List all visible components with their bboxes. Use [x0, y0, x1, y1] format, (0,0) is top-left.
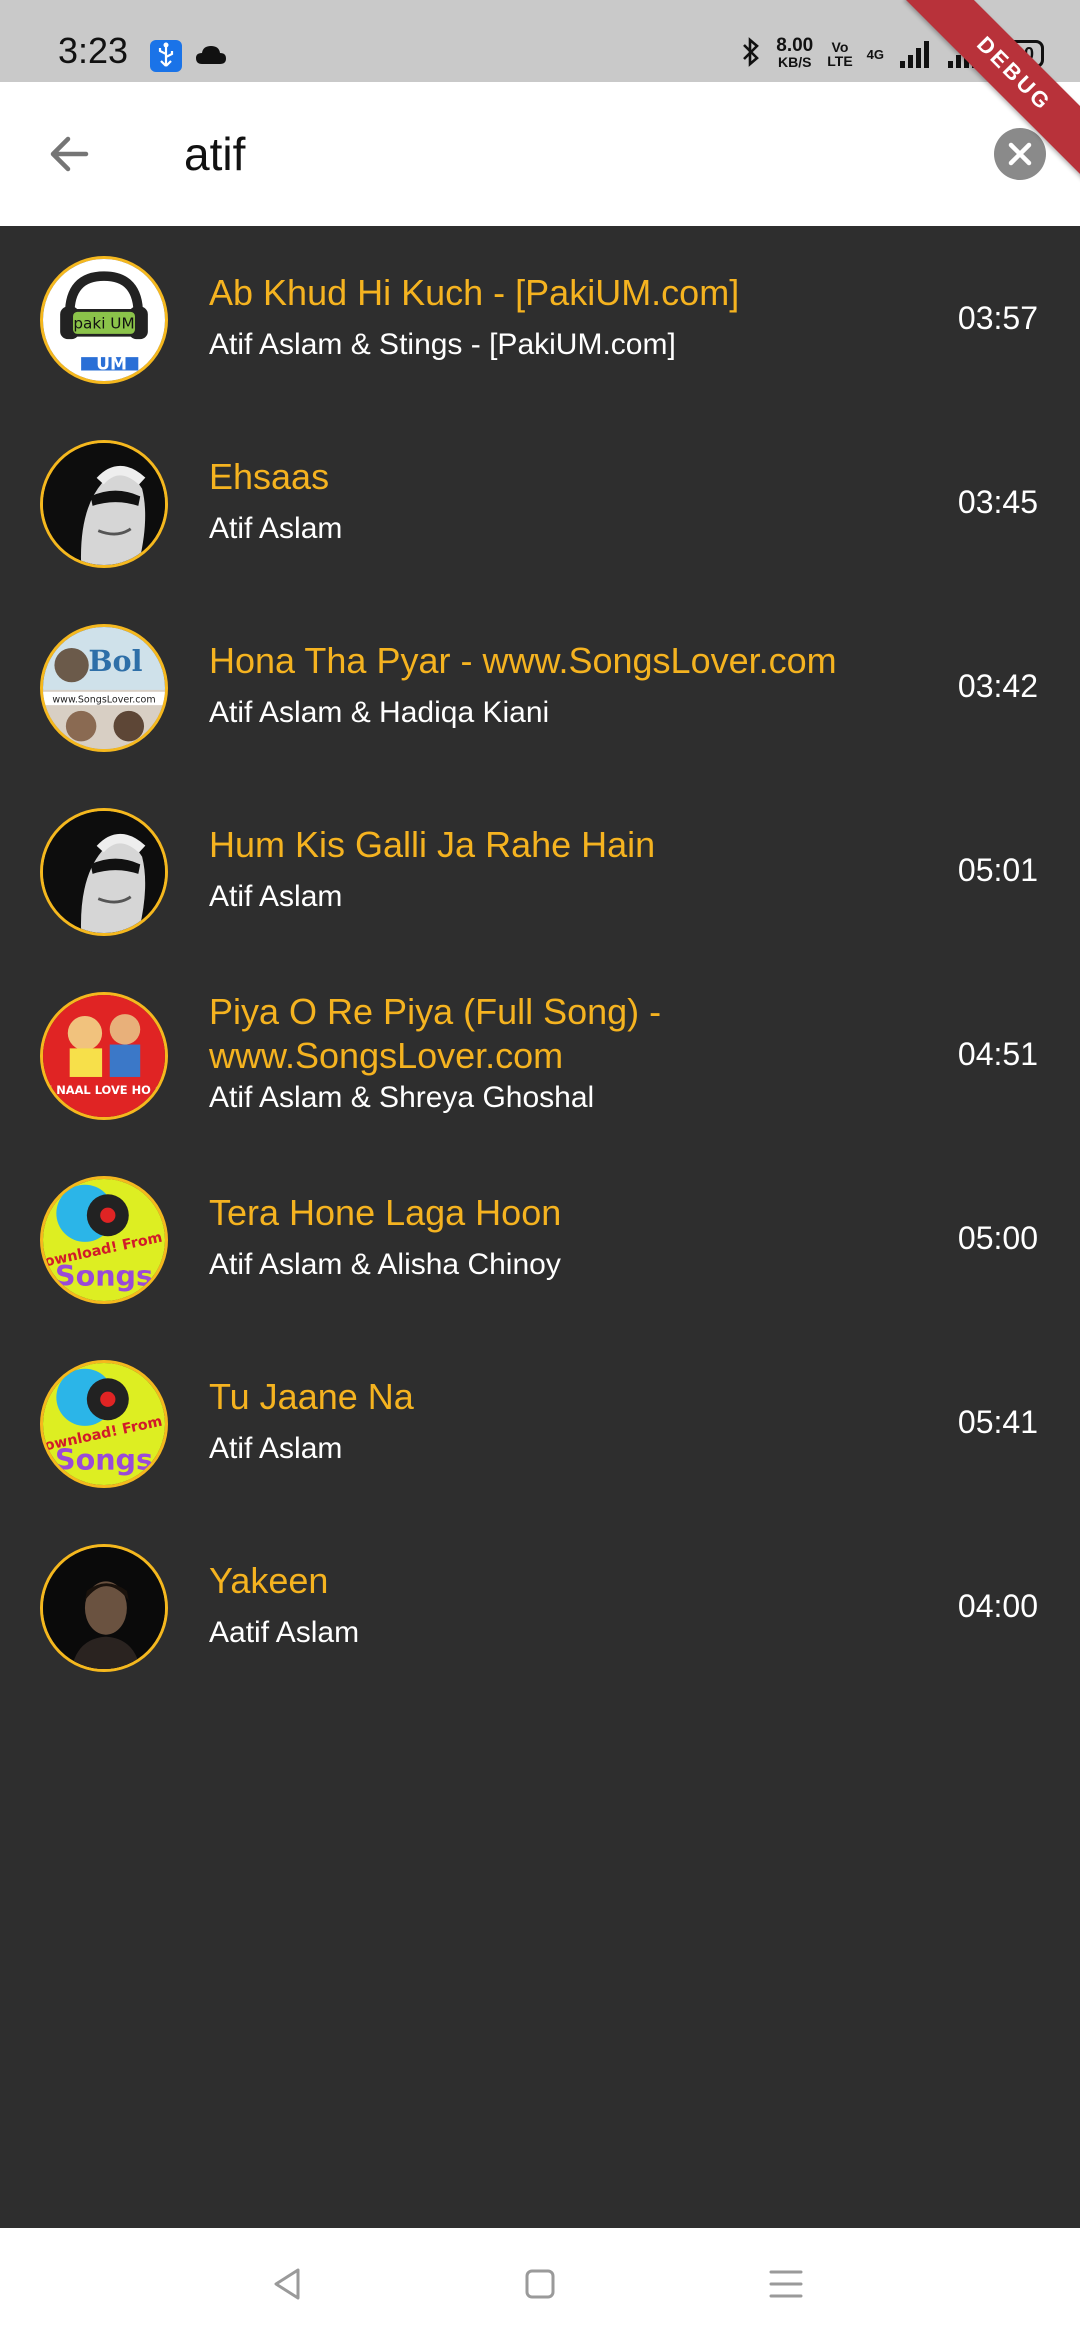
song-item[interactable]: Bol www.SongsLover.com Hona Tha Pyar - w…	[0, 594, 1080, 778]
album-art	[40, 440, 168, 568]
network-speed: 8.00 KB/S	[776, 35, 814, 70]
song-artist: Atif Aslam & Shreya Ghoshal	[209, 1081, 595, 1114]
song-duration: 05:41	[957, 1403, 1038, 1440]
song-artist: Atif Aslam	[209, 512, 343, 545]
svg-text:Songs: Songs	[55, 1259, 153, 1293]
song-title: Tera Hone Laga Hoon	[209, 1192, 562, 1233]
song-title: Ehsaas	[209, 456, 330, 497]
song-duration: 05:00	[957, 1219, 1038, 1256]
status-time: 3:23	[58, 30, 129, 71]
song-duration: 05:01	[957, 851, 1038, 888]
song-duration: 04:00	[957, 1587, 1038, 1624]
song-artist: Atif Aslam	[209, 1432, 343, 1465]
album-art: Download! From Songs Songs	[40, 1360, 168, 1488]
nav-back-button[interactable]	[260, 2256, 316, 2312]
svg-text:Songs: Songs	[55, 1443, 153, 1477]
song-title: Piya O Re Piya (Full Song) - www.SongsLo…	[209, 991, 662, 1076]
volte-bottom: LTE	[827, 53, 853, 69]
album-art	[40, 808, 168, 936]
nav-home-button[interactable]	[512, 2256, 568, 2312]
song-title: Tu Jaane Na	[209, 1376, 414, 1417]
album-art	[40, 1544, 168, 1672]
album-art: Download! From Songs Songs	[40, 1176, 168, 1304]
arrow-left-icon	[50, 136, 89, 172]
nav-menu-button[interactable]	[758, 2256, 814, 2312]
song-duration: 03:57	[957, 299, 1038, 336]
speed-unit: KB/S	[778, 54, 812, 70]
song-artist: Atif Aslam & Hadiqa Kiani	[209, 696, 550, 729]
song-item[interactable]: Download! From Songs Songs Tera Hone Lag…	[0, 1146, 1080, 1330]
song-item[interactable]: Download! From Songs Songs Tu Jaane Na A…	[0, 1330, 1080, 1514]
back-triangle-icon	[274, 2268, 300, 2300]
home-square-icon	[525, 2269, 555, 2299]
song-title: Hona Tha Pyar - www.SongsLover.com	[209, 640, 837, 681]
song-duration: 04:51	[957, 1035, 1038, 1072]
song-item[interactable]: Hum Kis Galli Ja Rahe Hain Atif Aslam 05…	[0, 778, 1080, 962]
signal-icon	[900, 41, 929, 68]
bluetooth-icon	[740, 36, 762, 72]
song-artist: Atif Aslam	[209, 880, 343, 913]
song-artist: Atif Aslam & Alisha Chinoy	[209, 1248, 561, 1281]
svg-text:www.SongsLover.com: www.SongsLover.com	[52, 694, 155, 705]
svg-text:UM: UM	[96, 355, 127, 375]
usb-icon	[150, 40, 182, 72]
song-duration: 03:45	[957, 483, 1038, 520]
album-art: Bol www.SongsLover.com	[40, 624, 168, 752]
clear-search-button[interactable]	[994, 128, 1046, 180]
close-icon	[1008, 142, 1032, 166]
song-item[interactable]: paki UM UM Ab Khud Hi Kuch - [PakiUM.com…	[0, 226, 1080, 410]
song-artist: Aatif Aslam	[209, 1616, 360, 1649]
song-item[interactable]: Ehsaas Atif Aslam 03:45	[0, 410, 1080, 594]
song-list: paki UM UM Ab Khud Hi Kuch - [PakiUM.com…	[0, 226, 1080, 1698]
song-item[interactable]: TERE NAAL LOVE HO GAYA Piya O Re Piya (F…	[0, 962, 1080, 1146]
search-input[interactable]	[184, 116, 964, 192]
album-art: TERE NAAL LOVE HO GAYA	[40, 992, 168, 1120]
album-art-text: paki UM	[73, 315, 134, 333]
song-item[interactable]: Yakeen Aatif Aslam 04:00	[0, 1514, 1080, 1698]
cloud-icon	[194, 42, 228, 68]
song-artist: Atif Aslam & Stings - [PakiUM.com]	[209, 328, 676, 361]
network-type: 4G	[866, 46, 884, 62]
speed-value: 8.00	[776, 35, 814, 56]
album-art: paki UM UM	[40, 256, 168, 384]
search-app-bar	[0, 82, 1080, 226]
album-art-text: Bol	[88, 644, 142, 678]
album-art-text: TERE NAAL LOVE HO GAYA	[43, 1083, 165, 1097]
song-title: Yakeen	[209, 1560, 329, 1601]
song-duration: 03:42	[957, 667, 1038, 704]
song-title: Hum Kis Galli Ja Rahe Hain	[209, 824, 656, 865]
menu-lines-icon	[769, 2270, 803, 2298]
volte-indicator: Vo LTE	[827, 40, 852, 68]
song-title: Ab Khud Hi Kuch - [PakiUM.com]	[209, 272, 740, 313]
system-nav-bar	[0, 2228, 1080, 2340]
back-button[interactable]	[40, 124, 100, 184]
